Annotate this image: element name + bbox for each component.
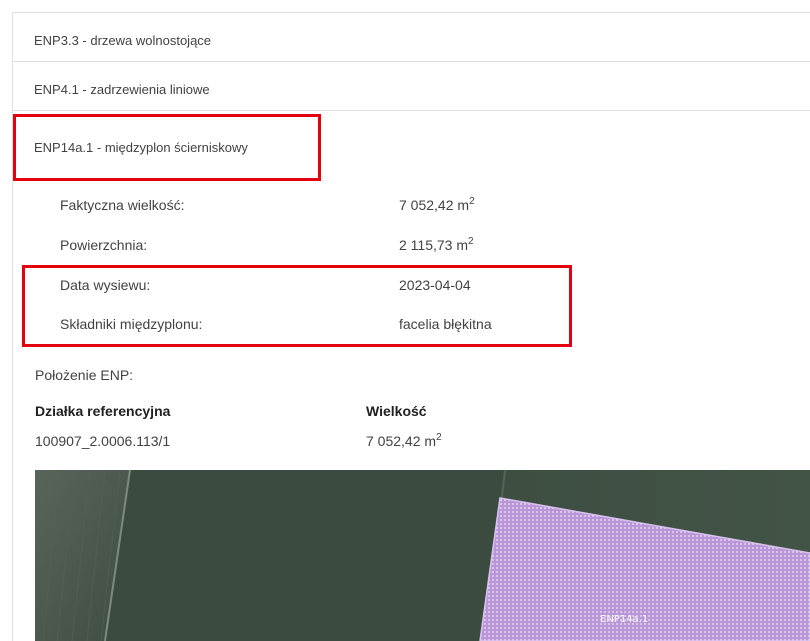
detail-value-area: 2 115,73 m2: [399, 236, 474, 254]
list-item-label: ENP3.3 - drzewa wolnostojące: [34, 33, 212, 48]
highlight-box-sowing-details: [22, 265, 572, 347]
detail-label-area: Powierzchnia:: [60, 237, 148, 253]
detail-value-actual-size: 7 052,42 m2: [399, 196, 475, 214]
detail-label-actual-size: Faktyczna wielkość:: [60, 197, 185, 213]
list-item-label: ENP4.1 - zadrzewienia liniowe: [34, 82, 210, 97]
highlight-box-enp-item: [13, 114, 321, 181]
list-item-enp3-3[interactable]: ENP3.3 - drzewa wolnostojące: [12, 13, 810, 62]
header-size: Wielkość: [366, 403, 427, 419]
map-polygon-label: ENP14a.1: [600, 614, 648, 625]
header-reference-parcel: Działka referencyjna: [35, 403, 171, 419]
map-image: ENP14a.1: [35, 470, 810, 641]
cell-parcel-id: 100907_2.0006.113/1: [35, 433, 171, 449]
parcel-map[interactable]: ENP14a.1: [35, 470, 810, 641]
list-item-enp4-1[interactable]: ENP4.1 - zadrzewienia liniowe: [12, 62, 810, 111]
cell-parcel-size: 7 052,42 m2: [366, 432, 442, 450]
location-title: Położenie ENP:: [35, 367, 134, 383]
